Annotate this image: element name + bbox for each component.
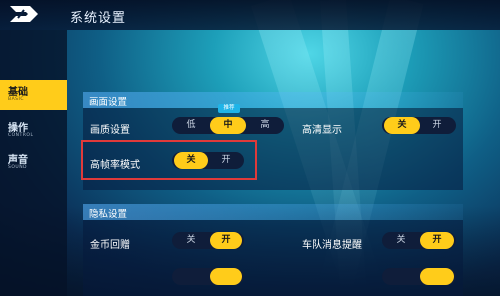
- partial-toggle-option[interactable]: [210, 268, 242, 285]
- sidebar-item-label: 基础: [8, 87, 28, 98]
- quality-option-high[interactable]: 高: [248, 117, 282, 134]
- sidebar: 基础 BASIC 操作 CONTROL 声音 SOUND: [0, 30, 67, 296]
- sidebar-item-sound[interactable]: 声音 SOUND: [0, 148, 67, 178]
- quality-option-medium[interactable]: 中: [210, 117, 246, 134]
- team-message-option-off[interactable]: 关: [384, 232, 418, 249]
- sidebar-item-sublabel: CONTROL: [8, 133, 34, 138]
- hd-display-toggle: 关 开: [382, 117, 456, 134]
- partial-toggle[interactable]: [382, 268, 456, 285]
- partial-toggle[interactable]: [172, 268, 244, 285]
- sidebar-item-control[interactable]: 操作 CONTROL: [0, 116, 67, 146]
- game-logo-icon[interactable]: [8, 4, 42, 24]
- recommended-badge: 推荐: [218, 104, 240, 113]
- partial-toggle-option[interactable]: [420, 268, 454, 285]
- section-header-graphics: 画面设置: [83, 92, 463, 108]
- hd-display-option-off[interactable]: 关: [384, 117, 420, 134]
- sidebar-item-label: 声音: [8, 155, 28, 166]
- coin-gift-option-on[interactable]: 开: [210, 232, 242, 249]
- quality-selector: 低 中 高: [172, 117, 284, 134]
- hd-display-label: 高清显示: [302, 125, 342, 136]
- highlight-annotation-box: [81, 140, 257, 180]
- sidebar-item-label: 操作: [8, 123, 28, 134]
- team-message-label: 车队消息提醒: [302, 240, 362, 251]
- team-message-toggle: 关 开: [382, 232, 456, 249]
- coin-gift-option-off[interactable]: 关: [174, 232, 208, 249]
- hd-display-option-on[interactable]: 开: [420, 117, 454, 134]
- coin-gift-label: 金币回赠: [90, 240, 130, 251]
- top-bar: 系统设置: [0, 0, 500, 30]
- coin-gift-toggle: 关 开: [172, 232, 244, 249]
- section-header-privacy: 隐私设置: [83, 204, 463, 220]
- quality-option-low[interactable]: 低: [174, 117, 208, 134]
- page-title: 系统设置: [70, 11, 127, 26]
- sidebar-item-sublabel: BASIC: [8, 97, 24, 102]
- sidebar-item-sublabel: SOUND: [8, 165, 28, 170]
- section-title: 画面设置: [89, 97, 128, 108]
- section-title: 隐私设置: [89, 209, 128, 220]
- sidebar-item-basic[interactable]: 基础 BASIC: [0, 80, 67, 110]
- team-message-option-on[interactable]: 开: [420, 232, 454, 249]
- quality-label: 画质设置: [90, 125, 130, 136]
